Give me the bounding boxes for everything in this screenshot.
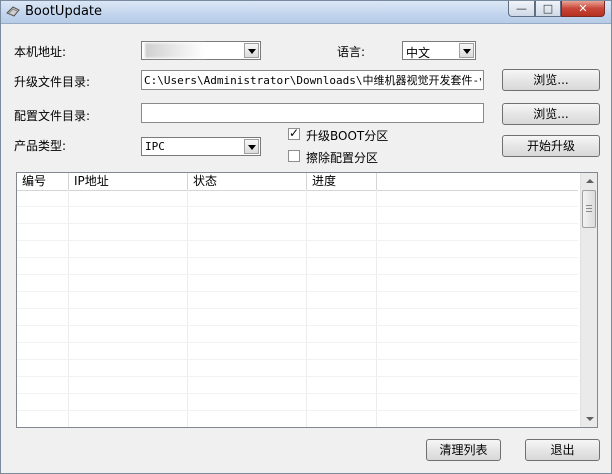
- row-gridline: [17, 376, 578, 377]
- close-button[interactable]: ✕: [561, 1, 605, 17]
- column-header-progress[interactable]: 进度: [307, 173, 377, 190]
- start-upgrade-button[interactable]: 开始升级: [502, 135, 600, 157]
- chevron-down-icon[interactable]: [459, 43, 474, 58]
- row-gridline: [17, 274, 578, 275]
- chevron-down-icon[interactable]: [244, 43, 259, 58]
- config-dir-input[interactable]: [142, 104, 483, 122]
- row-gridline: [17, 291, 578, 292]
- row-gridline: [17, 308, 578, 309]
- row-gridline: [17, 359, 578, 360]
- list-body[interactable]: [17, 190, 578, 427]
- exit-button[interactable]: 退出: [525, 439, 600, 461]
- minimize-button[interactable]: —: [508, 1, 535, 17]
- upgrade-dir-label: 升级文件目录:: [14, 75, 91, 89]
- language-select[interactable]: 中文: [402, 41, 476, 60]
- config-dir-label: 配置文件目录:: [14, 109, 91, 123]
- local-address-select[interactable]: [141, 41, 261, 60]
- erase-config-checkbox[interactable]: [288, 150, 300, 162]
- row-gridline: [17, 342, 578, 343]
- vertical-scrollbar[interactable]: [580, 173, 597, 427]
- row-gridline: [17, 393, 578, 394]
- product-type-value: IPC: [145, 140, 165, 153]
- local-address-label: 本机地址:: [14, 45, 67, 59]
- upgrade-boot-checkbox[interactable]: ✓: [288, 126, 300, 140]
- minimize-icon: —: [516, 2, 527, 15]
- row-gridline: [17, 257, 578, 258]
- language-value: 中文: [406, 46, 431, 60]
- maximize-icon: □: [542, 2, 554, 15]
- row-gridline: [17, 206, 578, 207]
- chevron-down-icon[interactable]: [244, 139, 259, 154]
- maximize-button[interactable]: □: [535, 1, 561, 17]
- scrollbar-thumb[interactable]: [582, 190, 596, 228]
- upgrade-dir-field[interactable]: [141, 70, 484, 90]
- redacted-address: [145, 43, 205, 58]
- bootupdate-window: BootUpdate — □ ✕ 本机地址: 语言: 中文 升级文件目录: 浏览…: [0, 0, 612, 474]
- row-gridline: [17, 410, 578, 411]
- language-label: 语言:: [337, 45, 366, 59]
- window-title: BootUpdate: [25, 4, 103, 19]
- row-gridline: [17, 240, 578, 241]
- row-gridline: [17, 223, 578, 224]
- app-icon: [6, 6, 20, 17]
- product-type-select[interactable]: IPC: [141, 137, 261, 156]
- product-type-label: 产品类型:: [14, 139, 67, 153]
- scroll-up-icon[interactable]: [582, 173, 597, 189]
- clear-list-button[interactable]: 清理列表: [426, 439, 501, 461]
- column-header-number[interactable]: 编号: [17, 173, 69, 190]
- column-header-ip[interactable]: IP地址: [69, 173, 188, 190]
- close-icon: ✕: [578, 2, 588, 15]
- device-list[interactable]: 编号 IP地址 状态 进度: [16, 172, 598, 428]
- config-dir-field[interactable]: [141, 103, 484, 123]
- erase-config-label[interactable]: 擦除配置分区: [306, 149, 378, 166]
- scroll-down-icon[interactable]: [582, 411, 597, 427]
- browse-upgrade-button[interactable]: 浏览...: [502, 69, 600, 91]
- column-header-status[interactable]: 状态: [188, 173, 307, 190]
- list-header: 编号 IP地址 状态 进度: [17, 173, 578, 191]
- browse-config-button[interactable]: 浏览...: [502, 103, 600, 125]
- upgrade-dir-input[interactable]: [142, 71, 483, 89]
- row-gridline: [17, 325, 578, 326]
- title-bar[interactable]: BootUpdate — □ ✕: [1, 1, 611, 24]
- checkmark-icon: ✓: [289, 126, 300, 140]
- upgrade-boot-label[interactable]: 升级BOOT分区: [306, 127, 388, 144]
